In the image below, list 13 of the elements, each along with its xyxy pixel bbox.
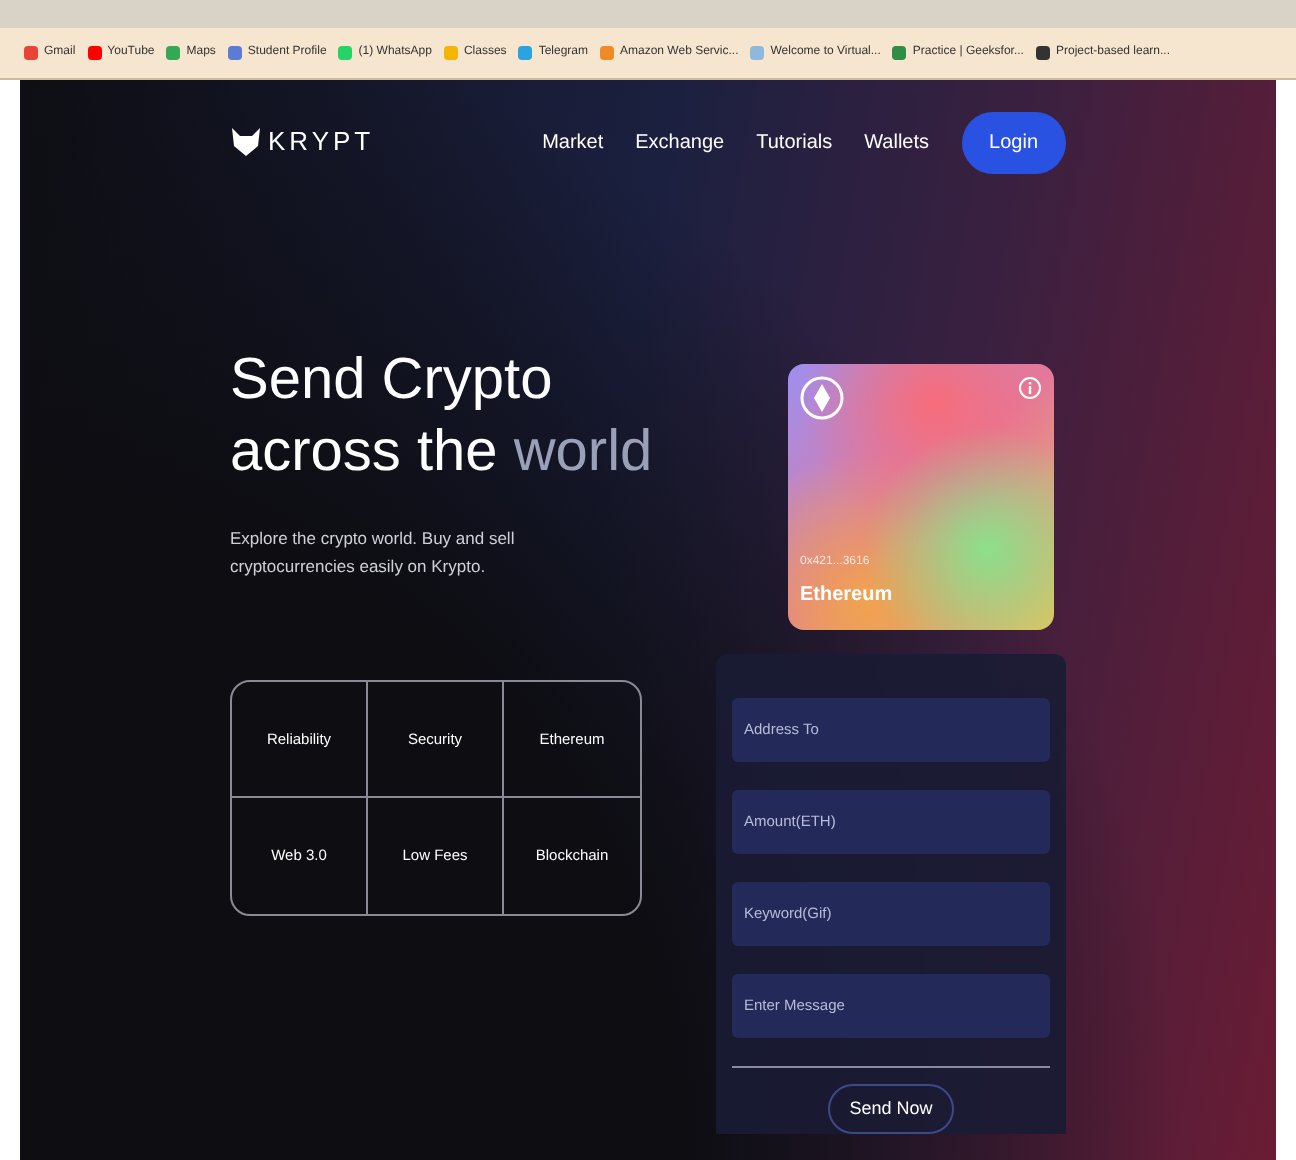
nav-link[interactable]: Tutorials	[756, 127, 833, 157]
nav-link[interactable]: Wallets	[864, 127, 930, 157]
send-now-button[interactable]: Send Now	[827, 1083, 955, 1134]
nav-link[interactable]: Market	[542, 127, 604, 157]
logo-text: KRYPT	[268, 124, 375, 161]
ethereum-icon	[800, 376, 844, 420]
info-icon	[1018, 376, 1042, 400]
hero-title: Send Crypto across the world	[230, 346, 650, 488]
hero-subtitle: Explore the crypto world. Buy and sell cryptocurrencies easily on Krypto.	[230, 526, 517, 580]
nav-link[interactable]: Exchange	[635, 127, 725, 157]
login-button[interactable]: Login	[961, 111, 1066, 173]
fox-logo-icon	[230, 126, 262, 158]
network-name: Ethereum	[800, 582, 895, 610]
